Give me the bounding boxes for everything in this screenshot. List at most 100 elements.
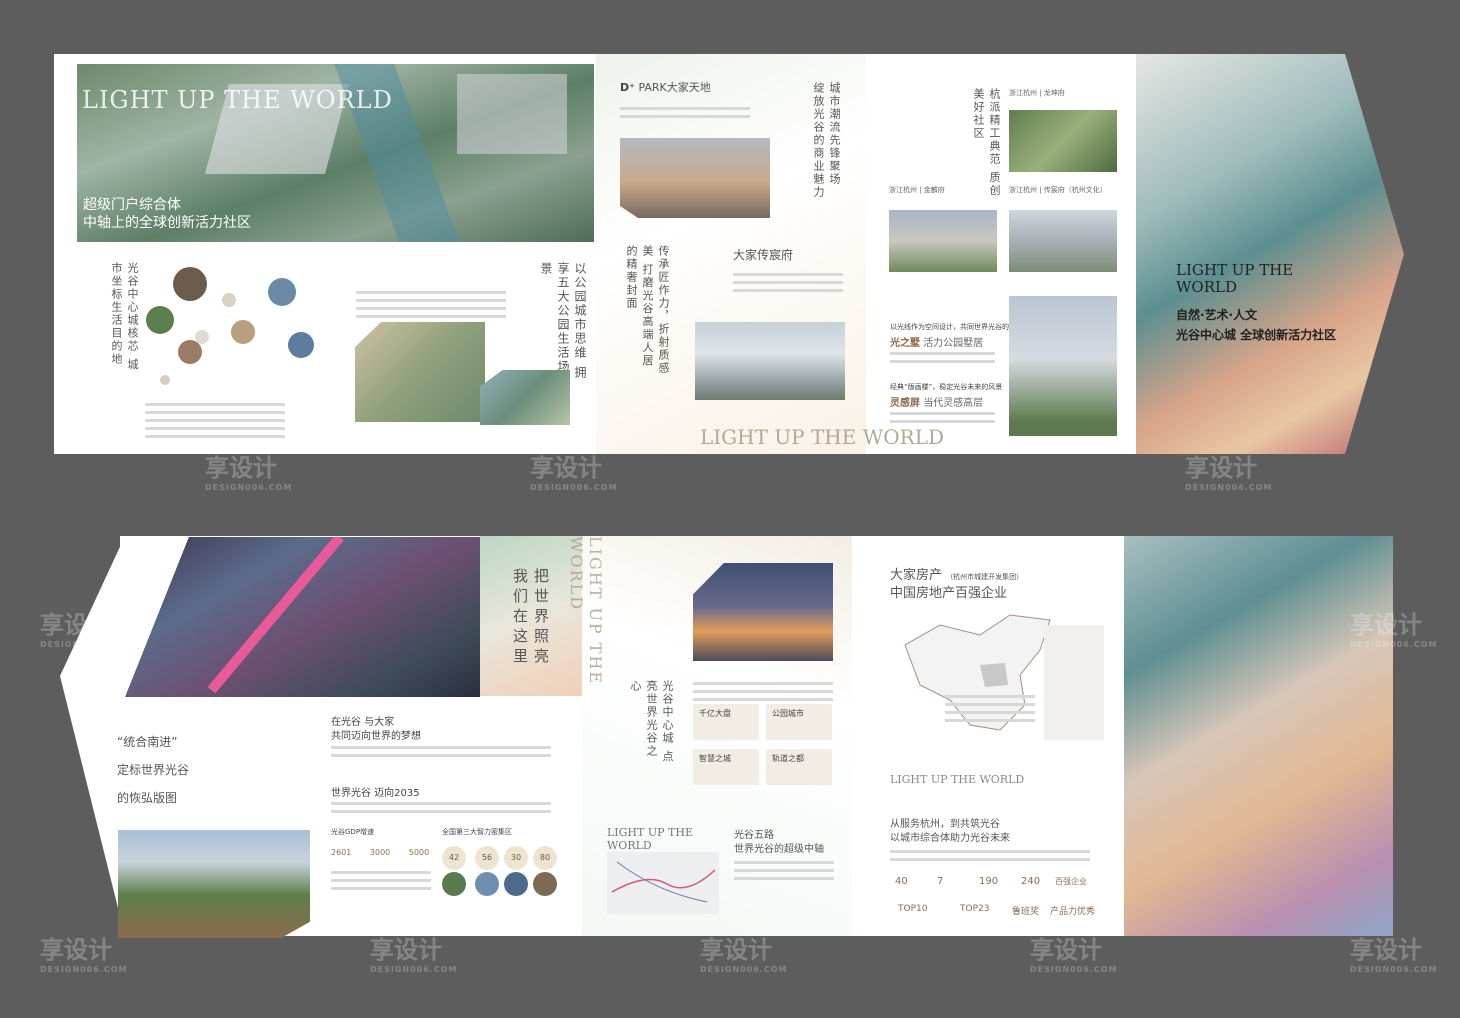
bottom-p3-title-a: 光谷五路 [734,830,774,841]
bottom-p4-stat-3: 190 [979,876,999,887]
feature-card-3: 智慧之城 [693,749,759,785]
decor-circle-3 [160,375,170,385]
park-brand-logo: D⁺ PARK大家天地 [620,79,711,95]
bottom-p2-body-2 [331,797,551,818]
bottom-p4-title-1-small: （杭州市城建开发集团） [946,573,1024,581]
bottom-p1-line-1: “统合南进” [117,735,178,749]
bottom-p4-rank-4: 产品力优秀 [1050,907,1096,917]
top-p3-vertical-b: 传承匠作力，折射质感美 打磨光谷高端人居的精奢封面 [625,245,670,375]
highrise-photo-2 [1009,296,1117,436]
bottom-p3-logo: LIGHT UP THE WORLD [607,826,693,852]
watermark-3: 享设计 DESIGN006.COM [1185,454,1273,492]
pct-circle-3: 30 [504,846,528,870]
bottom-p4-title-3: 从服务杭州，到共筑光谷 [890,819,1000,830]
sub-brand-title: 大家传宸府 [733,248,794,262]
watermark-8: 享设计 DESIGN006.COM [700,936,788,974]
route-map-svg [611,861,716,903]
top-p3-logo: LIGHT UP THE WORLD [700,425,945,449]
watermark-2: 享设计 DESIGN006.COM [530,454,618,492]
bottom-p3-vertical: 光谷中心城 点亮世界光谷之心 [629,680,674,764]
park-brand-icon: D⁺ [620,81,635,94]
decor-circle-1 [222,293,236,307]
pct-circle-4: 80 [533,846,557,870]
park-map-photo [355,322,485,422]
gdp-stat-1: 2601 [331,848,352,857]
bottom-p4-title-1-main: 大家房产 [890,568,943,583]
round-photo-6 [288,332,314,358]
round-photo-3 [146,306,174,334]
photo-circle-3 [504,872,528,896]
bottom-p3-title-b: 世界光谷的超级中轴 [734,844,824,855]
bottom-p2-body-3 [331,866,431,895]
gdp-stat-3: 5000 [408,848,430,857]
feature-card-3-label: 智慧之城 [699,754,731,763]
watermark-1: 享设计 DESIGN006.COM [205,454,293,492]
top-headline-2: 中轴上的全球创新活力社区 [83,215,251,231]
watermark-7: 享设计 DESIGN006.COM [370,936,458,974]
top-headline-1: 超级门户综合体 [83,197,181,213]
garden-photo [1009,110,1117,172]
feature-card-1-label: 千亿大盘 [699,709,731,718]
round-photo-4 [231,320,255,344]
feature-card-2-label: 公园城市 [772,709,804,718]
gdp-stats: 2601 3000 5000 [331,848,429,857]
park-lake-photo [480,370,570,425]
top-cover-logo: LIGHT UP THE WORLD [1176,261,1294,296]
top-p2-body [356,286,506,323]
pct-circle-1: 42 [442,846,466,870]
bottom-p4-stat-label: 百强企业 [1055,877,1087,886]
top-p3-body-2 [733,268,843,297]
bottom-p1-line-3: 的恢弘版图 [117,791,178,805]
watermark-5: 享设计 DESIGN006.COM [1350,611,1438,649]
gdp-stat-2: 3000 [369,848,391,857]
bottom-p4-rank-2: TOP23 [960,904,990,914]
top-p3-body [620,102,750,123]
bottom-p2-title-1a: 在光谷 与大家 [331,717,395,728]
bottom-p2-body-1 [331,741,551,762]
bottom-p3-body [693,677,833,706]
top-p4-body-1 [890,347,995,368]
bottom-p2-vertical: 把世界照亮 我们在这里 [511,568,550,668]
bottom-p2-sub-2: 全国第三大智力密集区 [442,828,512,836]
tower-photo [695,322,845,400]
top-p2-vertical-caption: 以公园城市思维 拥享五大公园生活场景 [539,262,587,380]
bottom-p4-title-1: 大家房产 （杭州市城建开发集团） [890,564,1023,583]
bottom-back-cover [1124,536,1393,936]
watermark-4: 享设计 DESIGN006.COM [40,611,128,649]
park-brand-label: PARK大家天地 [638,81,711,94]
bottom-p4-stat-2: 7 [937,876,944,887]
photo-circle-4 [533,872,557,896]
feature-card-1: 千亿大盘 [693,704,759,740]
top-p4-vertical: 杭派精工典范 质创美好社区 [972,88,1001,198]
photo-circle-1 [442,872,466,896]
top-p4-label-3: 浙江杭州 | 传宸府（杭州文化） [1009,186,1107,194]
top-logo-1: LIGHT UP THE WORLD [82,86,393,114]
feature-card-4: 轨道之都 [766,749,832,785]
top-p3-vertical-a: 城市潮流先锋聚场 绽放光谷的商业魅力 [812,82,841,199]
top-cover-line-2: 光谷中心城 全球创新活力社区 [1176,328,1337,342]
top-cover [1136,54,1404,454]
feature-card-2: 公园城市 [766,704,832,740]
skyline-night-photo [693,563,833,661]
bottom-p1-line-2: 定标世界光谷 [117,763,190,777]
commercial-photo [620,138,770,218]
bottom-p4-stat-4: 240 [1021,876,1041,887]
highrise-photo-1 [1009,210,1117,272]
top-p4-body-2 [890,407,995,428]
bottom-p4-body-1 [945,690,1035,727]
decor-circle-2 [195,330,209,344]
top-p4-label-1: 浙江杭州 | 龙坤府 [1009,89,1065,97]
bottom-p4-logo: LIGHT UP THE WORLD [890,773,1025,786]
watermark-6: 享设计 DESIGN006.COM [40,936,128,974]
top-p4-quote-1: 以光线作为空间设计，共同世界光谷的灵感 [890,323,1023,331]
top-p1-vertical-caption: 光谷中心城核芯 城市坐标生活目的地 [110,262,139,372]
bottom-p4-stat-1: 40 [895,876,908,887]
bottom-p4-table [1044,625,1104,740]
bottom-p3-body-2 [734,856,834,885]
round-photo-5 [178,340,202,364]
round-photo-1 [173,267,207,301]
bottom-p4-rank-1: TOP10 [898,904,928,914]
top-p4-label-2: 浙江杭州 | 金麟府 [889,186,945,194]
watermark-9: 享设计 DESIGN006.COM [1030,936,1118,974]
bottom-p2-sub-1: 光谷GDP增速 [331,828,375,836]
